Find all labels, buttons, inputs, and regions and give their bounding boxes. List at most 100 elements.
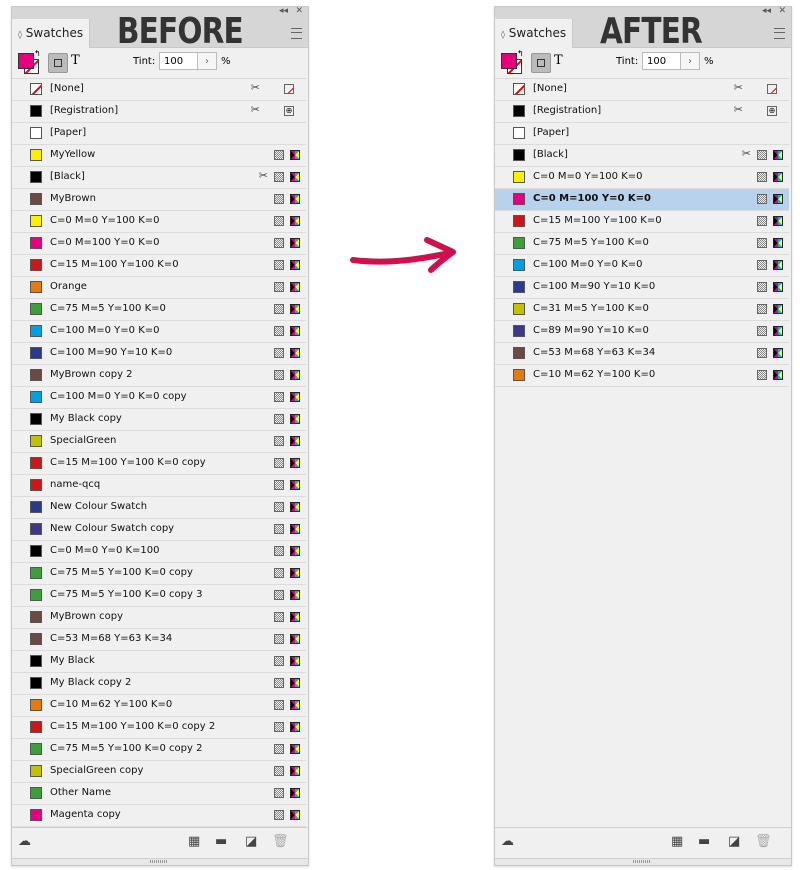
swatch-views-icon[interactable]: ▦ [671,834,683,849]
process-color-icon [757,172,767,182]
cmyk-icon [290,634,300,644]
tab-swatches[interactable]: ◊ Swatches [12,19,90,48]
swatch-row[interactable]: C=89 M=90 Y=10 K=0 [495,321,789,343]
tint-label: Tint: [616,56,639,67]
swatch-color [30,765,42,777]
swatch-row[interactable]: C=75 M=5 Y=100 K=0 [495,233,789,255]
process-color-icon [274,216,284,226]
swatch-row[interactable]: MyBrown copy 2 [12,365,306,387]
swatch-row[interactable]: C=10 M=62 Y=100 K=0 [495,365,789,387]
swatch-row[interactable]: SpecialGreen [12,431,306,453]
swatch-name: C=75 M=5 Y=100 K=0 copy [50,567,193,578]
swatch-row[interactable]: C=53 M=68 Y=63 K=34 [495,343,789,365]
swatch-row[interactable]: C=100 M=90 Y=10 K=0 [495,277,789,299]
swatch-row[interactable]: name-qcq [12,475,306,497]
process-color-icon [274,480,284,490]
resize-grip[interactable] [495,858,791,865]
formatting-text-button[interactable]: T [554,53,563,68]
swatch-row[interactable]: C=75 M=5 Y=100 K=0 copy [12,563,306,585]
new-group-icon[interactable]: ▬ [215,834,227,849]
tint-arrow-button[interactable]: › [680,53,699,69]
tab-swatches[interactable]: ◊ Swatches [495,19,573,48]
cc-libraries-icon[interactable]: ☁ [501,834,514,849]
swatch-row[interactable]: [Black] ✂ [12,167,306,189]
swatch-row[interactable]: C=0 M=100 Y=0 K=0 [12,233,306,255]
swatch-row[interactable]: New Colour Swatch copy [12,519,306,541]
swatch-row[interactable]: C=0 M=0 Y=100 K=0 [495,167,789,189]
swatch-row[interactable]: SpecialGreen copy [12,761,306,783]
swatch-row[interactable]: [Paper] [495,123,789,145]
swatch-row[interactable]: My Black copy [12,409,306,431]
swatch-row[interactable]: C=75 M=5 Y=100 K=0 copy 3 [12,585,306,607]
swatch-row[interactable]: MyBrown [12,189,306,211]
swatch-row[interactable]: C=0 M=0 Y=100 K=0 [12,211,306,233]
tint-arrow-button[interactable]: › [197,53,216,69]
swatch-row[interactable]: C=100 M=0 Y=0 K=0 [495,255,789,277]
formatting-container-button[interactable] [48,53,68,73]
new-swatch-icon[interactable]: ◪ [728,834,740,849]
process-color-icon [274,172,284,182]
expand-icon: ◊ [501,30,505,39]
swatch-row[interactable]: C=0 M=0 Y=0 K=100 [12,541,306,563]
swatch-color [30,611,42,623]
swatch-row[interactable]: C=75 M=5 Y=100 K=0 [12,299,306,321]
swatch-row[interactable]: Other Name [12,783,306,805]
swatch-row[interactable]: My Black [12,651,306,673]
swatch-row[interactable]: MyBrown copy [12,607,306,629]
tint-input[interactable]: 100 › [642,52,700,70]
cmyk-icon [290,238,300,248]
swap-icon[interactable]: ↰ [517,49,524,58]
swatch-name: C=75 M=5 Y=100 K=0 [50,303,166,314]
resize-grip[interactable] [12,858,308,865]
swatch-row[interactable]: C=0 M=100 Y=0 K=0 [495,189,789,211]
formatting-text-button[interactable]: T [71,53,80,68]
swap-icon[interactable]: ↰ [34,49,41,58]
swatch-row[interactable]: [None] ✂ [495,79,789,101]
close-icon[interactable]: ✕ [295,6,303,16]
fill-swatch[interactable] [501,53,517,69]
swatch-row[interactable]: C=10 M=62 Y=100 K=0 [12,695,306,717]
swatch-row[interactable]: [None] ✂ [12,79,306,101]
cmyk-icon [773,304,783,314]
swatch-row[interactable]: [Registration] ✂ ⊕ [495,101,789,123]
swatch-color [30,743,42,755]
tint-input[interactable]: 100 › [159,52,217,70]
swatch-row[interactable]: [Registration] ✂ ⊕ [12,101,306,123]
swatch-row[interactable]: C=15 M=100 Y=100 K=0 copy 2 [12,717,306,739]
swatch-row[interactable]: Orange [12,277,306,299]
swatch-views-icon[interactable]: ▦ [188,834,200,849]
swatch-row[interactable]: C=100 M=0 Y=0 K=0 copy [12,387,306,409]
formatting-container-button[interactable] [531,53,551,73]
cmyk-icon [290,414,300,424]
cc-libraries-icon[interactable]: ☁ [18,834,31,849]
fill-swatch[interactable] [18,53,34,69]
delete-icon[interactable]: 🗑 [272,834,289,849]
swatch-row[interactable]: [Black] ✂ [495,145,789,167]
swatch-row[interactable]: MyYellow [12,145,306,167]
swatch-row[interactable]: C=100 M=0 Y=0 K=0 [12,321,306,343]
panel-menu-icon[interactable] [774,28,785,39]
collapse-icon[interactable]: ◂◂ [762,6,771,16]
swatch-name: MyBrown copy [50,611,123,622]
panel-menu-icon[interactable] [291,28,302,39]
swatch-row[interactable]: C=75 M=5 Y=100 K=0 copy 2 [12,739,306,761]
swatch-name: [Registration] [50,105,119,116]
swatch-row[interactable]: C=100 M=90 Y=10 K=0 [12,343,306,365]
new-swatch-icon[interactable]: ◪ [245,834,257,849]
swatch-row[interactable]: C=15 M=100 Y=100 K=0 copy [12,453,306,475]
swatch-row[interactable]: C=15 M=100 Y=100 K=0 [12,255,306,277]
cmyk-icon [290,590,300,600]
process-color-icon [274,392,284,402]
close-icon[interactable]: ✕ [778,6,786,16]
cmyk-icon [290,480,300,490]
swatch-row[interactable]: C=31 M=5 Y=100 K=0 [495,299,789,321]
delete-icon[interactable]: 🗑 [755,834,772,849]
swatch-row[interactable]: Magenta copy [12,805,306,827]
swatch-row[interactable]: C=53 M=68 Y=63 K=34 [12,629,306,651]
swatch-row[interactable]: C=15 M=100 Y=100 K=0 [495,211,789,233]
new-group-icon[interactable]: ▬ [698,834,710,849]
swatch-row[interactable]: New Colour Swatch [12,497,306,519]
swatch-row[interactable]: [Paper] [12,123,306,145]
collapse-icon[interactable]: ◂◂ [279,6,288,16]
swatch-row[interactable]: My Black copy 2 [12,673,306,695]
